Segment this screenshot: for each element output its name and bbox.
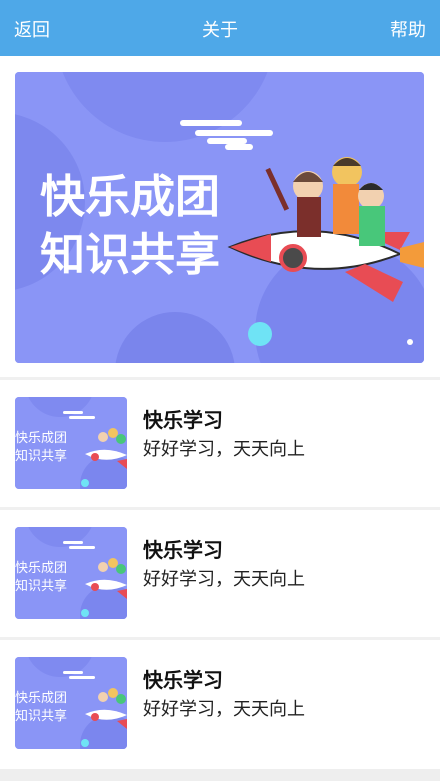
list-item-subtitle: 好好学习，天天向上: [143, 569, 305, 590]
list-item-title: 快乐学习: [143, 408, 223, 432]
page-title: 关于: [202, 20, 238, 41]
thumbnail-text-line1: 快乐成团: [15, 561, 67, 576]
list-item-title: 快乐学习: [143, 668, 223, 692]
banner-text-line2: 知识共享: [40, 228, 220, 281]
list-item[interactable]: 快乐成团 知识共享 快乐学习 好好学习，天天向上: [0, 640, 440, 766]
list-item[interactable]: 快乐成团 知识共享 快乐学习 好好学习，天天向上: [0, 380, 440, 506]
thumbnail-text-line2: 知识共享: [15, 448, 67, 464]
list-thumbnail: 快乐成团 知识共享: [15, 527, 127, 619]
list-thumbnail: 快乐成团 知识共享: [15, 657, 127, 749]
thumbnail-illustration: 快乐成团 知识共享: [15, 527, 127, 619]
top-nav-bar: 返回 关于 帮助: [0, 0, 440, 56]
list-item-subtitle: 好好学习，天天向上: [143, 439, 305, 460]
hero-banner[interactable]: 快乐成团 知识共享: [15, 72, 424, 363]
banner-illustration: 快乐成团 知识共享: [15, 72, 424, 363]
thumbnail-text-line1: 快乐成团: [15, 431, 67, 446]
bottom-bar: [0, 769, 440, 781]
banner-text-line1: 快乐成团: [40, 170, 220, 223]
thumbnail-text-line2: 知识共享: [15, 578, 67, 594]
list-item-subtitle: 好好学习，天天向上: [143, 699, 305, 720]
list-item[interactable]: 快乐成团 知识共享 快乐学习 好好学习，天天向上: [0, 510, 440, 636]
help-button[interactable]: 帮助: [390, 16, 426, 42]
list-thumbnail: 快乐成团 知识共享: [15, 397, 127, 489]
thumbnail-illustration: 快乐成团 知识共享: [15, 397, 127, 489]
thumbnail-text-line2: 知识共享: [15, 708, 67, 724]
thumbnail-illustration: 快乐成团 知识共享: [15, 657, 127, 749]
thumbnail-text-line1: 快乐成团: [15, 691, 67, 706]
list-item-title: 快乐学习: [143, 538, 223, 562]
